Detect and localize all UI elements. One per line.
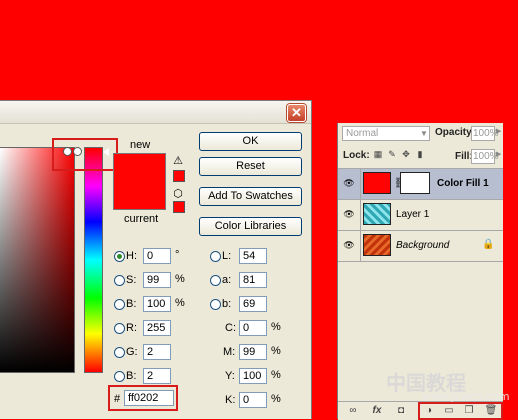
h-label: H: — [126, 250, 137, 262]
radio-s[interactable] — [114, 275, 125, 286]
radio-r[interactable] — [114, 323, 125, 334]
opacity-label: Opacity: — [435, 127, 476, 138]
layer-name: Layer 1 — [396, 209, 430, 220]
layer-name: Background — [396, 240, 450, 251]
opacity-input[interactable]: 100% — [471, 126, 499, 141]
link-layers-icon[interactable]: ∞ — [346, 404, 360, 417]
radio-b[interactable] — [114, 299, 125, 310]
eye-icon[interactable]: 👁 — [343, 240, 355, 250]
h-input[interactable]: 0 — [143, 248, 171, 264]
layer1-thumbnail[interactable] — [363, 203, 391, 225]
bottom-bar-highlight-box — [418, 402, 503, 420]
layers-divider — [338, 261, 503, 262]
fill-chevron-icon[interactable]: ▶ — [496, 150, 501, 158]
lock-position-icon[interactable]: ✥ — [401, 149, 411, 160]
color-picker-dialog: ✕ new current ⚠ ⬡ OK Reset Add To Swatch… — [0, 100, 312, 419]
c-input[interactable]: 0 — [239, 320, 267, 336]
lock-transparent-icon[interactable]: ▦ — [373, 149, 383, 160]
layer-style-icon[interactable]: fx — [370, 404, 384, 417]
watermark-url: www.jcwcn.com — [422, 390, 510, 403]
gamut-warning-icon[interactable]: ⚠ — [172, 155, 184, 167]
y-label: Y: — [225, 370, 235, 382]
opacity-chevron-icon[interactable]: ▶ — [496, 127, 501, 135]
current-color-label: current — [124, 213, 159, 225]
radio-l[interactable] — [210, 251, 221, 262]
layer-name: Color Fill 1 — [437, 178, 489, 189]
l-label: L: — [222, 250, 232, 262]
layer-row-color-fill[interactable]: 👁 ⛓ Color Fill 1 — [338, 168, 503, 199]
a-input[interactable]: 81 — [239, 272, 267, 288]
m-input[interactable]: 99 — [239, 344, 267, 360]
hue-slider[interactable] — [84, 147, 103, 373]
close-button[interactable]: ✕ — [287, 104, 306, 122]
a-label: a: — [222, 274, 232, 286]
k-unit: % — [271, 393, 281, 405]
b-input[interactable]: 100 — [143, 296, 171, 312]
s-label: S: — [126, 274, 137, 286]
g-input[interactable]: 2 — [143, 344, 171, 360]
radio-h[interactable] — [114, 251, 125, 262]
add-mask-icon[interactable]: ◘ — [394, 404, 408, 417]
layer-row-layer1[interactable]: 👁 Layer 1 — [338, 199, 503, 230]
b-unit: % — [175, 297, 185, 309]
r-input[interactable]: 255 — [143, 320, 171, 336]
color-fill-thumbnail[interactable] — [363, 172, 391, 194]
hue-highlight-box — [52, 138, 118, 171]
r-label: R: — [126, 322, 137, 334]
radio-lab-b[interactable] — [210, 299, 221, 310]
lock-icon: 🔒 — [482, 239, 495, 250]
lock-image-icon[interactable]: ✎ — [387, 149, 397, 160]
b-label: B: — [126, 298, 137, 310]
c-label: C: — [225, 322, 236, 334]
radio-rgb-b[interactable] — [114, 371, 125, 382]
c-unit: % — [271, 321, 281, 333]
reset-button[interactable]: Reset — [199, 157, 302, 176]
s-unit: % — [175, 273, 185, 285]
ok-button[interactable]: OK — [199, 132, 302, 151]
new-current-color-swatch — [113, 153, 166, 210]
add-to-swatches-button[interactable]: Add To Swatches — [199, 187, 302, 206]
lab-b-input[interactable]: 69 — [239, 296, 267, 312]
web-safe-color-swatch[interactable] — [173, 201, 185, 213]
h-unit: ° — [175, 249, 180, 261]
lock-all-icon[interactable]: ▮ — [415, 149, 425, 160]
layer-mask-thumbnail[interactable] — [400, 172, 430, 194]
radio-a[interactable] — [210, 275, 221, 286]
y-input[interactable]: 100 — [239, 368, 267, 384]
layer-row-background[interactable]: 👁 Background 🔒 — [338, 230, 503, 261]
lab-b-label: b: — [222, 298, 232, 310]
rgb-b-label: B: — [126, 370, 137, 382]
k-input[interactable]: 0 — [239, 392, 267, 408]
m-label: M: — [223, 346, 236, 358]
gamut-color-swatch[interactable] — [173, 170, 185, 182]
hex-highlight-box — [108, 385, 178, 411]
blend-mode-select[interactable]: Normal — [342, 126, 430, 141]
l-input[interactable]: 54 — [239, 248, 267, 264]
radio-g[interactable] — [114, 347, 125, 358]
fill-input[interactable]: 100% — [471, 149, 499, 164]
new-color-label: new — [130, 139, 151, 151]
saturation-brightness-field[interactable] — [0, 147, 75, 373]
blend-mode-chevron-icon[interactable]: ▼ — [420, 129, 428, 141]
g-label: G: — [126, 346, 138, 358]
color-libraries-button[interactable]: Color Libraries — [199, 217, 302, 236]
layers-bottom-bar: ∞ fx ◘ ◑ ▭ ❐ 🗑 — [338, 401, 503, 420]
dialog-titlebar[interactable]: ✕ — [0, 101, 311, 124]
eye-icon[interactable]: 👁 — [343, 178, 355, 188]
m-unit: % — [271, 345, 281, 357]
k-label: K: — [225, 394, 236, 406]
lock-label: Lock: — [343, 150, 370, 161]
s-input[interactable]: 99 — [143, 272, 171, 288]
y-unit: % — [271, 369, 281, 381]
web-safe-cube-icon[interactable]: ⬡ — [172, 188, 184, 200]
background-thumbnail[interactable] — [363, 234, 391, 256]
eye-icon[interactable]: 👁 — [343, 209, 355, 219]
rgb-b-input[interactable]: 2 — [143, 368, 171, 384]
